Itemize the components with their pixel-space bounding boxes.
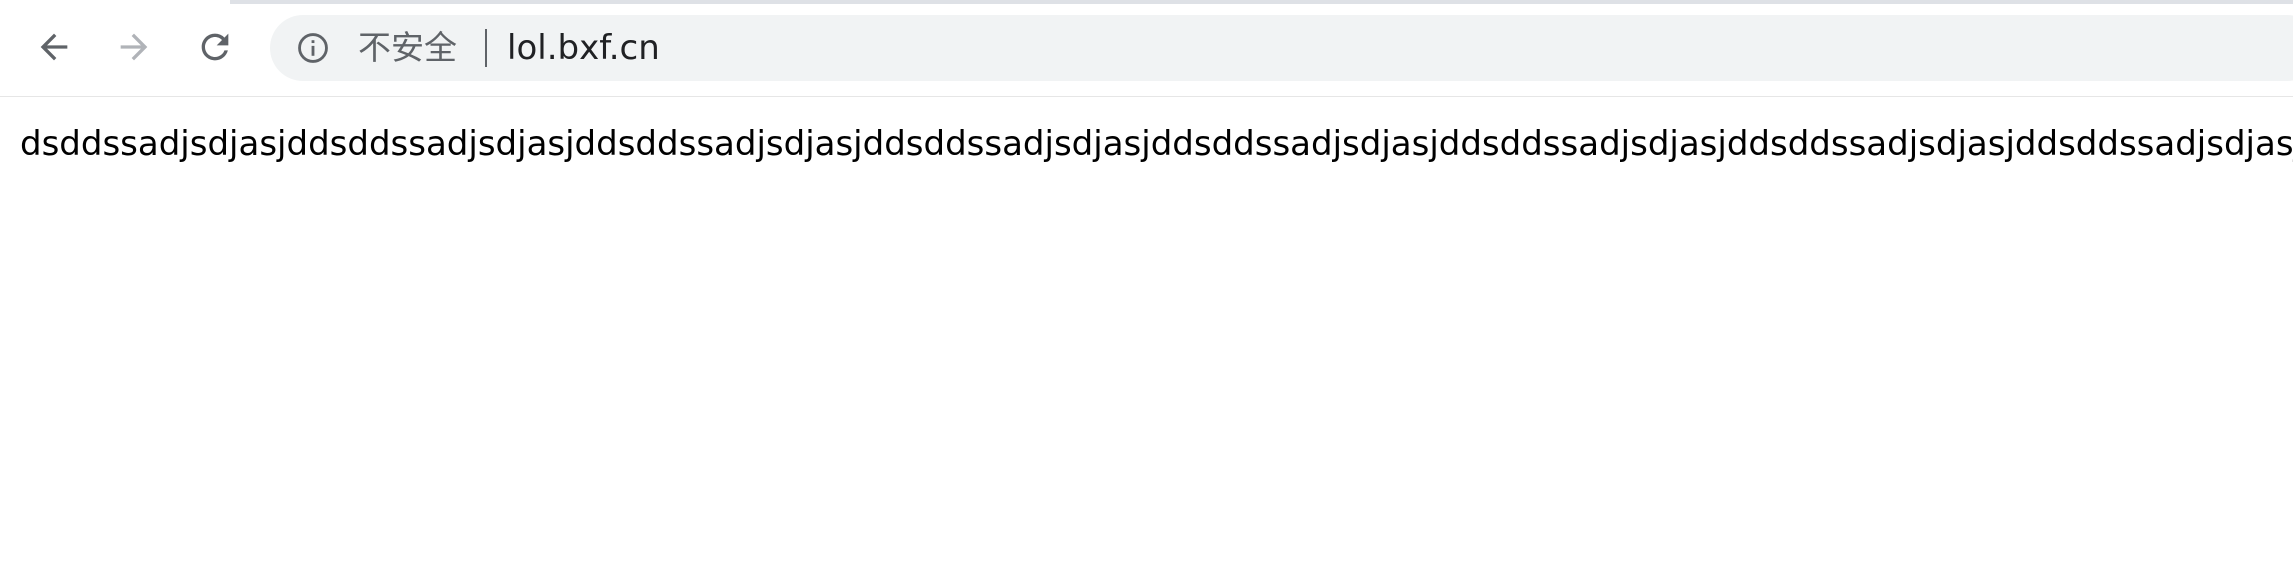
omnibox-divider (485, 29, 487, 67)
browser-toolbar: 不安全 lol.bxf.cn (0, 0, 2293, 97)
page-body-text: dsddssadjsdjasjddsddssadjsdjasjddsddssad… (20, 124, 2293, 164)
security-status-label[interactable]: 不安全 (358, 29, 457, 67)
address-bar[interactable]: 不安全 lol.bxf.cn (270, 15, 2293, 81)
arrow-right-icon (120, 33, 148, 61)
back-button[interactable] (31, 24, 77, 70)
tab-strip-edge (230, 0, 2293, 4)
reload-button[interactable] (192, 24, 238, 70)
url-text[interactable]: lol.bxf.cn (507, 27, 660, 69)
page-content: dsddssadjsdjasjddsddssadjsdjasjddsddssad… (0, 97, 2293, 564)
info-icon[interactable] (296, 31, 330, 65)
reload-icon (201, 33, 229, 61)
arrow-left-icon (40, 33, 68, 61)
forward-button[interactable] (111, 24, 157, 70)
